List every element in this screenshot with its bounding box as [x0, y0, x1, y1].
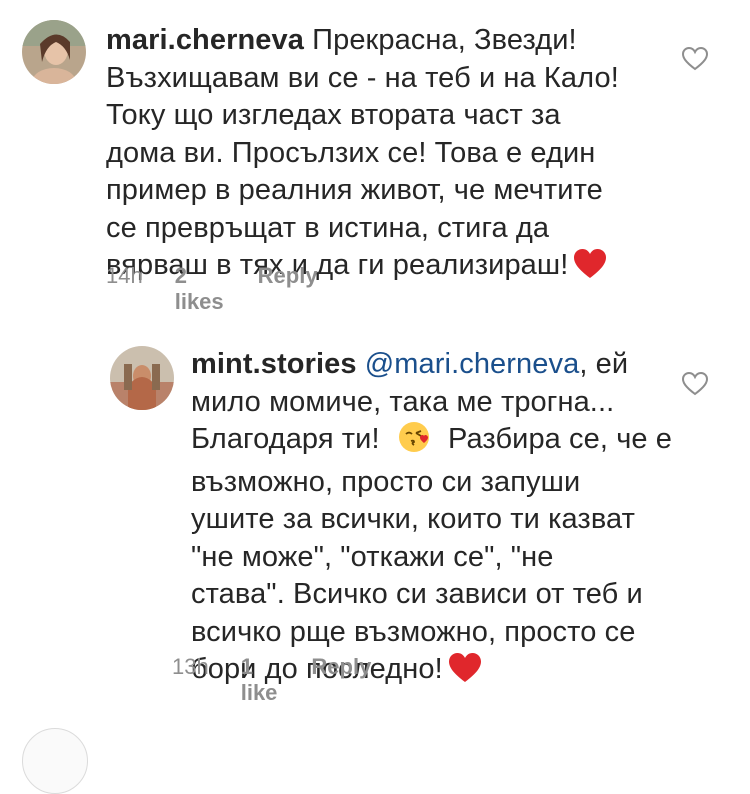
comment-line: , ей — [579, 348, 629, 380]
comment-line: Разбира се, че е — [447, 423, 673, 455]
comment-line: се превръщат в истина, стига да — [106, 211, 550, 244]
comment-line: Току що изгледах втората част за — [106, 99, 561, 131]
avatar[interactable] — [110, 346, 174, 410]
comment-text: mari.cherneva Прекрасна, Звезди! Възхища… — [106, 22, 666, 290]
comment-line: дома ви. Просълзих се! Това е един — [106, 136, 596, 169]
reply-button[interactable]: Reply — [311, 654, 371, 680]
avatar[interactable] — [22, 20, 86, 84]
comment-line: става". Всичко си зависи от теб и — [191, 578, 643, 610]
username[interactable]: mari.cherneva — [106, 24, 304, 56]
comment-line: възможно, просто си запуши — [191, 465, 581, 498]
comment-text: mint.stories @mari.cherneva, ей мило мом… — [191, 346, 681, 694]
timestamp[interactable]: 13h — [172, 654, 209, 680]
red-heart-emoji-icon — [448, 653, 481, 694]
username[interactable]: mint.stories — [191, 348, 357, 380]
kissing-face-emoji-icon — [398, 421, 430, 464]
likes-count[interactable]: 1 like — [241, 654, 278, 706]
comment-line: Възхищавам ви се - на теб и на Кало! — [106, 61, 619, 94]
red-heart-emoji-icon — [574, 249, 607, 290]
timestamp[interactable]: 14h — [106, 263, 143, 289]
likes-count[interactable]: 2 likes — [175, 263, 224, 315]
comment-line: мило момиче, така ме трогна... — [191, 385, 615, 418]
like-heart-icon[interactable] — [681, 46, 709, 71]
like-heart-icon[interactable] — [681, 371, 709, 396]
comment-meta: 13h 1 like Reply — [172, 654, 371, 706]
comment-meta: 14h 2 likes Reply — [106, 263, 318, 315]
reply-button[interactable]: Reply — [258, 263, 318, 289]
comment-line: всичко рще възможно, просто се — [191, 615, 636, 648]
comment-line: Благодаря ти! — [191, 423, 380, 455]
comment-line: ушите за всички, които ти казват — [191, 503, 635, 535]
mention-link[interactable]: @mari.cherneva — [365, 348, 580, 380]
comment-line: Прекрасна, Звезди! — [312, 24, 577, 56]
comment-line: пример в реалния живот, че мечтите — [106, 174, 603, 206]
comment-line: "не може", "откажи се", "не — [191, 540, 554, 573]
